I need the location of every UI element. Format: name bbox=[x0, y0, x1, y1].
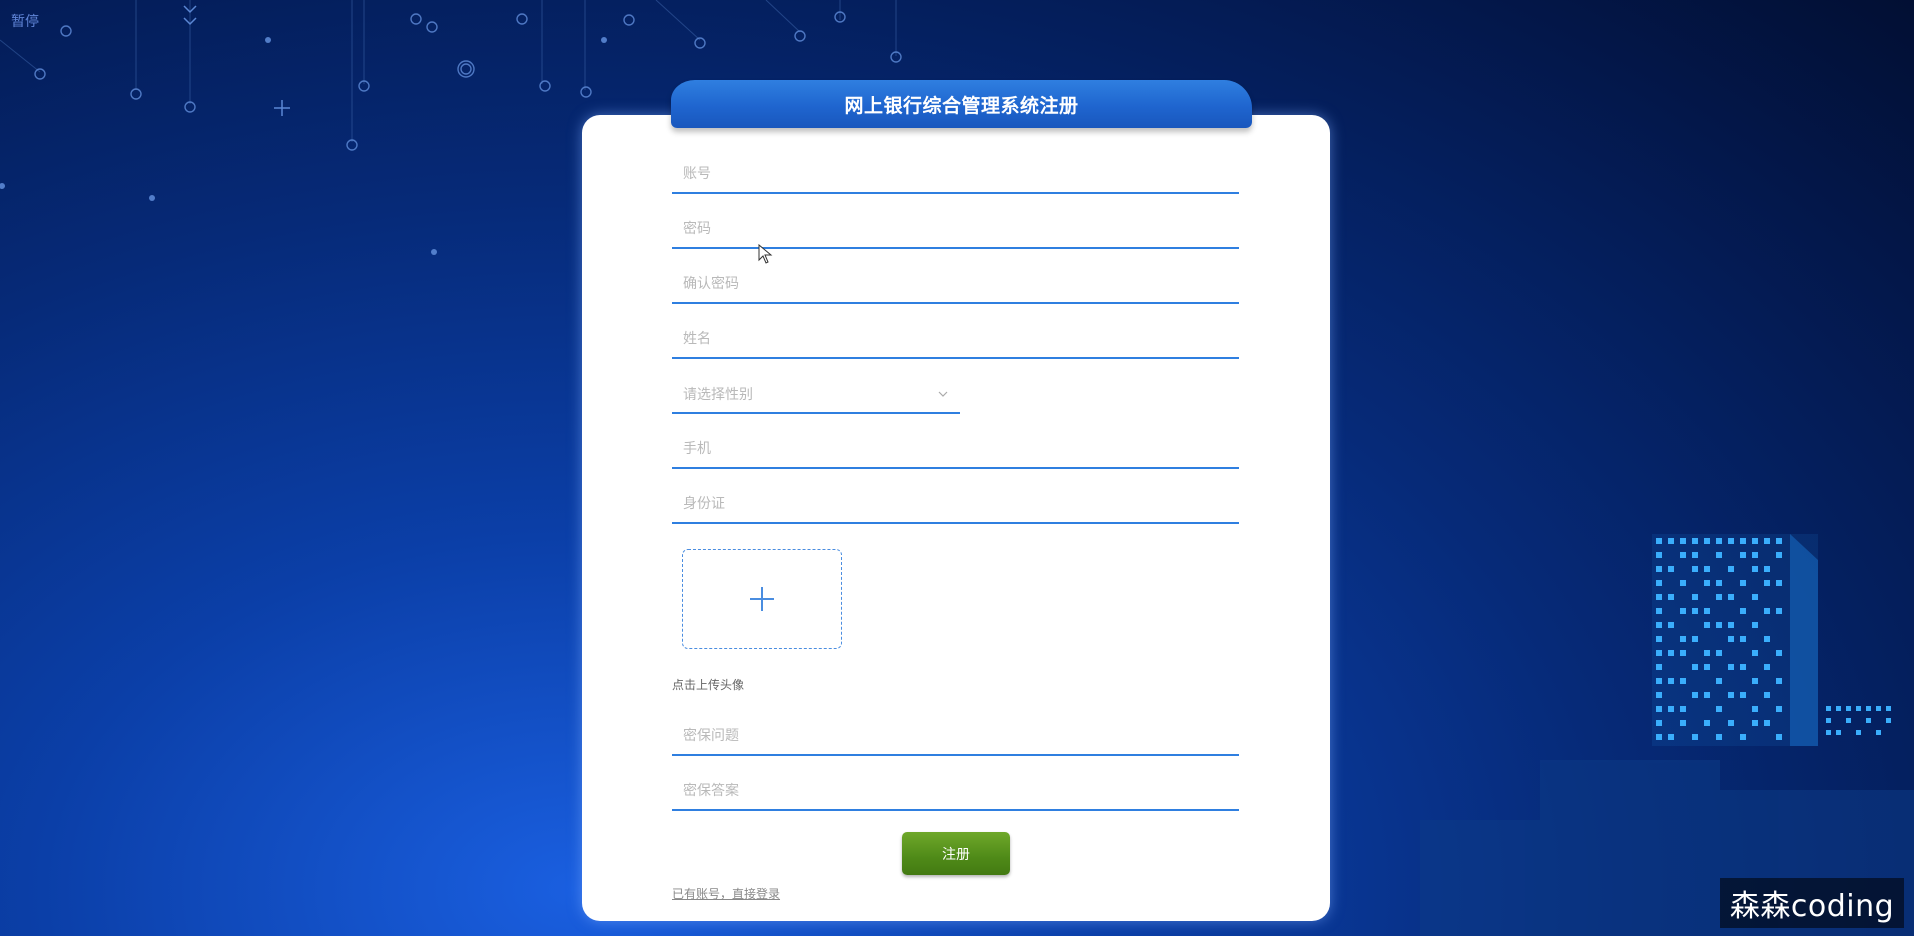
watermark: 森森coding bbox=[1720, 878, 1904, 928]
name-input[interactable] bbox=[672, 315, 1239, 359]
idcard-input[interactable] bbox=[672, 480, 1239, 524]
pause-label[interactable]: 暂停 bbox=[11, 11, 39, 31]
register-button[interactable]: 注册 bbox=[902, 832, 1010, 875]
upload-caption: 点击上传头像 bbox=[672, 678, 745, 692]
chevron-down-icon bbox=[938, 391, 948, 397]
gender-select[interactable]: 请选择性别 bbox=[672, 370, 960, 414]
mouse-pointer-icon bbox=[758, 244, 773, 264]
plus-icon bbox=[750, 587, 774, 611]
login-link[interactable]: 已有账号，直接登录 bbox=[672, 885, 780, 902]
security-question-input[interactable] bbox=[672, 712, 1239, 756]
password-input[interactable] bbox=[672, 205, 1239, 249]
account-input[interactable] bbox=[672, 150, 1239, 194]
phone-input[interactable] bbox=[672, 425, 1239, 469]
page-title: 网上银行综合管理系统注册 bbox=[671, 80, 1252, 128]
security-answer-input[interactable] bbox=[672, 767, 1239, 811]
gender-select-placeholder: 请选择性别 bbox=[683, 387, 753, 403]
confirm-password-input[interactable] bbox=[672, 260, 1239, 304]
avatar-upload[interactable] bbox=[682, 549, 842, 649]
